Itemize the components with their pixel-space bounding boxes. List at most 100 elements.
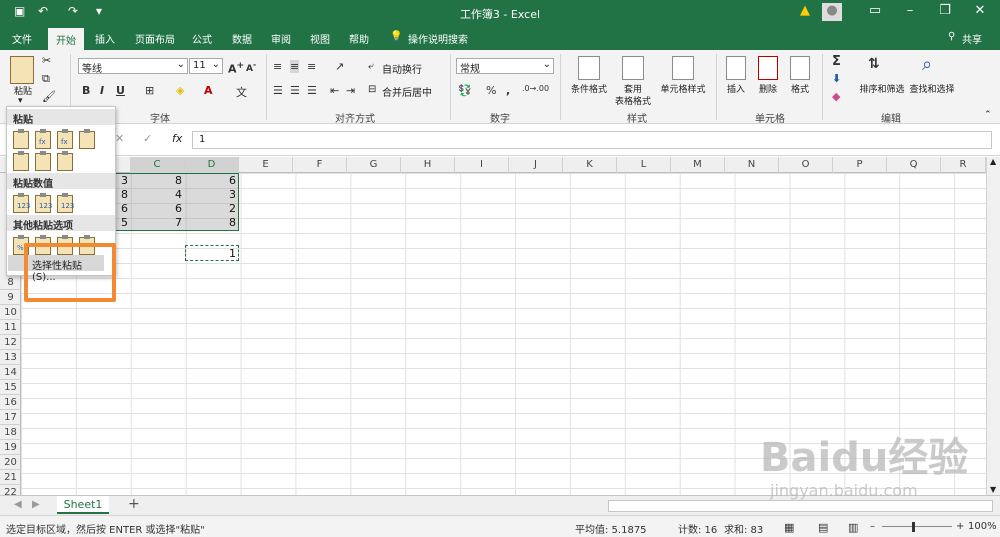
transpose-icon[interactable]	[57, 151, 73, 171]
grid-cell[interactable]: 4	[130, 187, 185, 202]
normal-view-icon[interactable]: ▦	[784, 521, 794, 534]
cell-style-button[interactable]: 单元格样式	[656, 82, 710, 95]
zoom-slider[interactable]	[882, 526, 952, 527]
formula-input[interactable]: 1	[192, 131, 992, 149]
paste-values-number-format-icon[interactable]: 123	[35, 193, 52, 213]
paste-icon[interactable]	[10, 56, 34, 84]
page-layout-view-icon[interactable]: ▤	[818, 521, 828, 534]
vertical-scrollbar[interactable]: ▲ ▼	[986, 157, 1000, 495]
column-header[interactable]: Q	[887, 157, 941, 173]
row-header[interactable]: 13	[0, 350, 21, 365]
row-header[interactable]: 11	[0, 320, 21, 335]
scroll-up-icon[interactable]: ▲	[990, 157, 996, 166]
grid-cell[interactable]: 5	[115, 215, 131, 230]
tab-page-layout[interactable]: 页面布局	[135, 31, 175, 46]
column-header[interactable]: M	[671, 157, 725, 173]
tab-view[interactable]: 视图	[310, 31, 330, 46]
tell-me-search[interactable]: 操作说明搜索	[408, 31, 468, 46]
grid-cell[interactable]: 2	[185, 201, 239, 216]
tab-formulas[interactable]: 公式	[192, 31, 212, 46]
column-header[interactable]: O	[779, 157, 833, 173]
zoom-out-icon[interactable]: –	[870, 521, 875, 532]
zoom-slider-thumb[interactable]	[912, 522, 915, 532]
row-header[interactable]: 18	[0, 425, 21, 440]
grid-cell[interactable]: 6	[185, 173, 239, 188]
increase-font-icon[interactable]: A+	[228, 60, 244, 76]
column-header[interactable]: P	[833, 157, 887, 173]
column-header[interactable]: C	[130, 157, 185, 173]
format-cells-icon[interactable]	[790, 56, 810, 80]
insert-function-icon[interactable]: fx	[172, 132, 182, 145]
paste-values-icon[interactable]: 123	[13, 193, 30, 213]
column-header[interactable]: R	[941, 157, 986, 173]
insert-cells-button[interactable]: 插入	[722, 82, 750, 95]
column-header[interactable]: L	[617, 157, 671, 173]
column-header[interactable]: D	[185, 157, 239, 173]
find-select-icon[interactable]: ⌕	[922, 54, 932, 75]
ribbon-display-icon[interactable]: ▭	[860, 3, 890, 18]
conditional-format-icon[interactable]	[578, 56, 600, 80]
delete-cells-button[interactable]: 删除	[754, 82, 782, 95]
row-header[interactable]: 15	[0, 380, 21, 395]
paste-button[interactable]: 粘贴	[10, 84, 36, 97]
font-name-input[interactable]: 等线 ⌄	[78, 58, 188, 75]
prev-sheet-icon[interactable]: ◀	[14, 499, 22, 510]
underline-button[interactable]: U	[116, 84, 125, 97]
grid-cell[interactable]: 3	[185, 187, 239, 202]
column-header[interactable]: I	[455, 157, 509, 173]
paste-option-icon[interactable]	[13, 129, 29, 149]
tab-data[interactable]: 数据	[232, 31, 252, 46]
column-header[interactable]: E	[239, 157, 293, 173]
italic-button[interactable]: I	[100, 84, 104, 97]
orientation-icon[interactable]: ↗	[335, 60, 344, 73]
accounting-format-icon[interactable]: 💱	[458, 84, 472, 97]
zoom-in-icon[interactable]: +	[956, 521, 964, 532]
tab-insert[interactable]: 插入	[95, 31, 115, 46]
wrap-text-button[interactable]: 自动换行	[382, 61, 422, 76]
align-top-icon[interactable]: ≡	[273, 60, 282, 73]
grid-cell[interactable]: 7	[130, 215, 185, 230]
cancel-icon[interactable]: ✕	[115, 132, 124, 145]
increase-decimal-icon[interactable]: .0→.00	[522, 84, 549, 93]
row-header[interactable]: 16	[0, 395, 21, 410]
number-format-select[interactable]: 常规 ⌄	[456, 58, 554, 75]
bold-button[interactable]: B	[82, 84, 90, 97]
grid-cell[interactable]: 8	[130, 173, 185, 188]
row-header[interactable]: 10	[0, 305, 21, 320]
paste-dropdown-icon[interactable]: ▾	[18, 96, 23, 106]
row-header[interactable]: 9	[0, 290, 21, 305]
merge-center-button[interactable]: 合并后居中	[382, 84, 432, 99]
row-header[interactable]: 20	[0, 455, 21, 470]
find-select-button[interactable]: 查找和选择	[906, 82, 958, 95]
grid-cell[interactable]: 6	[130, 201, 185, 216]
column-header[interactable]: K	[563, 157, 617, 173]
grid-cell[interactable]: 6	[115, 201, 131, 216]
column-header[interactable]: F	[293, 157, 347, 173]
column-header[interactable]: G	[347, 157, 401, 173]
page-break-view-icon[interactable]: ▥	[848, 521, 858, 534]
cut-icon[interactable]: ✂	[42, 54, 51, 67]
tab-help[interactable]: 帮助	[349, 31, 369, 46]
table-format-icon[interactable]	[622, 56, 644, 80]
format-painter-icon[interactable]: 🖌	[42, 90, 56, 103]
font-size-input[interactable]: 11 ⌄	[189, 58, 223, 74]
zoom-level[interactable]: 100%	[968, 521, 997, 532]
copy-icon[interactable]: ⧉	[42, 72, 50, 86]
row-header[interactable]: 21	[0, 470, 21, 485]
close-icon[interactable]: ✕	[965, 3, 995, 18]
row-header[interactable]: 17	[0, 410, 21, 425]
avatar[interactable]: ●	[822, 3, 842, 21]
paste-formulas-number-format-icon[interactable]: fx	[57, 129, 73, 149]
row-header[interactable]: 8	[0, 275, 21, 290]
align-bottom-icon[interactable]: ≡	[307, 60, 316, 73]
column-header[interactable]: H	[401, 157, 455, 173]
grid-cell[interactable]: 8	[185, 215, 239, 230]
table-format-button[interactable]: 表格格式	[608, 94, 658, 107]
collapse-ribbon-icon[interactable]: ⌃	[984, 110, 992, 120]
no-borders-icon[interactable]	[13, 151, 29, 171]
format-cells-button[interactable]: 格式	[786, 82, 814, 95]
row-header[interactable]: 12	[0, 335, 21, 350]
tab-file[interactable]: 文件	[12, 31, 32, 46]
paste-formulas-icon[interactable]: fx	[35, 129, 51, 149]
delete-cells-icon[interactable]	[758, 56, 778, 80]
